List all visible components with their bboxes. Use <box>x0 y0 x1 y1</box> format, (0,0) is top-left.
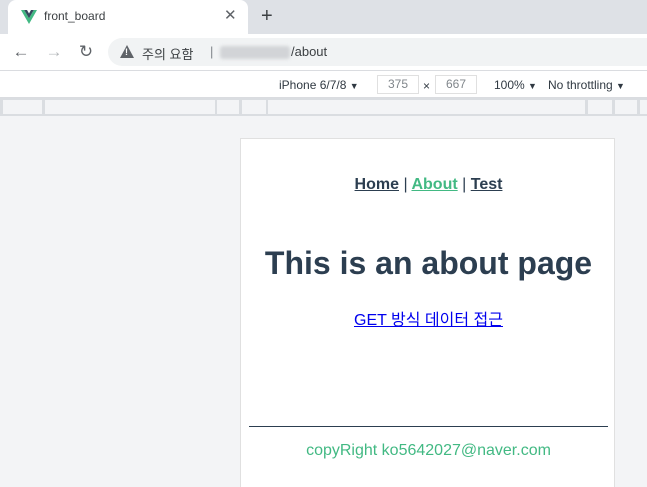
ruler-segment[interactable] <box>45 100 215 114</box>
nav-home-link[interactable]: Home <box>355 176 399 193</box>
footer-divider <box>249 426 608 427</box>
footer-copyright: copyRight ko5642027@naver.com <box>306 442 551 459</box>
ruler-segment[interactable] <box>217 100 239 114</box>
url-separator: | <box>210 44 214 59</box>
device-name: iPhone 6/7/8 <box>279 78 347 92</box>
zoom-value: 100% <box>494 78 525 92</box>
throttling-value: No throttling <box>548 78 613 92</box>
ruler-segment[interactable] <box>3 100 42 114</box>
address-bar[interactable]: 주의 요함 | /about <box>108 38 647 66</box>
emulated-viewport: Home | About | Test This is an about pag… <box>0 116 647 487</box>
nav-test-link[interactable]: Test <box>471 176 503 193</box>
tab-strip: front_board ✕ + <box>0 0 647 34</box>
ruler-segment[interactable] <box>640 100 647 114</box>
reload-icon[interactable]: ↻ <box>75 41 97 63</box>
device-dropdown-icon: ▼ <box>349 81 359 91</box>
throttling-dropdown-icon: ▼ <box>616 81 625 91</box>
media-query-ruler <box>0 98 647 116</box>
width-input[interactable]: 375 <box>377 75 419 94</box>
zoom-select[interactable]: 100% ▼ <box>494 78 537 92</box>
back-arrow-icon[interactable]: ← <box>10 41 32 63</box>
page-title: This is an about page <box>264 245 593 281</box>
ruler-segment[interactable] <box>615 100 637 114</box>
ruler-segment[interactable] <box>268 100 585 114</box>
page-nav: Home | About | Test <box>241 176 616 194</box>
browser-tab[interactable]: front_board ✕ <box>8 0 248 34</box>
height-input[interactable]: 667 <box>435 75 477 94</box>
forward-arrow-icon[interactable]: → <box>43 41 65 63</box>
nav-separator: | <box>403 176 408 193</box>
warning-triangle-icon[interactable] <box>120 45 134 58</box>
device-frame: Home | About | Test This is an about pag… <box>240 138 615 487</box>
tab-close-icon[interactable]: ✕ <box>224 7 237 25</box>
get-data-link[interactable]: GET 방식 데이터 접근 <box>241 306 616 330</box>
ruler-segment[interactable] <box>588 100 612 114</box>
throttling-select[interactable]: No throttling ▼ <box>548 78 625 92</box>
device-select[interactable]: iPhone 6/7/8 ▼ <box>279 78 359 92</box>
url-host-redacted <box>220 46 290 59</box>
tab-title: front_board <box>44 9 106 23</box>
nav-separator: | <box>462 176 467 193</box>
url-path: /about <box>291 44 328 59</box>
dimension-times: × <box>423 79 431 93</box>
browser-toolbar: ← → ↻ 주의 요함 | /about <box>0 34 647 70</box>
vue-logo-icon <box>21 10 37 24</box>
device-toolbar: iPhone 6/7/8 ▼ 375 × 667 100% ▼ No throt… <box>0 70 647 98</box>
security-warning-label[interactable]: 주의 요함 <box>142 44 193 63</box>
nav-about-link[interactable]: About <box>411 176 457 193</box>
ruler-segment[interactable] <box>242 100 266 114</box>
new-tab-icon[interactable]: + <box>261 5 273 27</box>
zoom-dropdown-icon: ▼ <box>528 81 537 91</box>
